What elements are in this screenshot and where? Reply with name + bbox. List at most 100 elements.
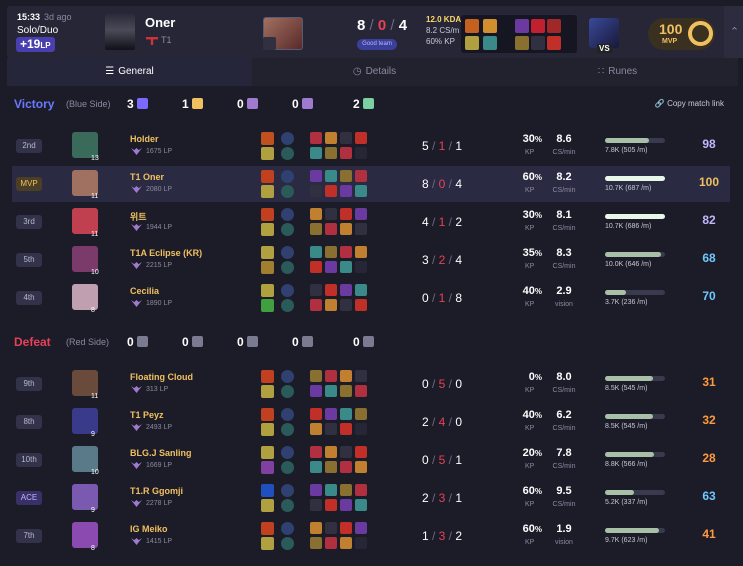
item-icon[interactable] — [355, 284, 367, 296]
player-row[interactable]: 4th 8 Cecilia 1890 LP 0 / 1 / 8 40% KP 2.9 visio… — [12, 280, 730, 316]
rune-icon[interactable] — [281, 461, 294, 474]
item-icon[interactable] — [340, 499, 352, 511]
rune-icon[interactable] — [281, 499, 294, 512]
item-icon[interactable] — [531, 19, 545, 33]
item-icon[interactable] — [310, 246, 322, 258]
item-icon[interactable] — [340, 261, 352, 273]
rune-icon[interactable] — [281, 408, 294, 421]
item-icon[interactable] — [310, 170, 322, 182]
item-icon[interactable] — [325, 132, 337, 144]
copy-match-link[interactable]: 🔗 Copy match link — [655, 99, 724, 108]
item-icon[interactable] — [325, 284, 337, 296]
item-icon[interactable] — [355, 147, 367, 159]
item-icon[interactable] — [340, 284, 352, 296]
item-icon[interactable] — [355, 446, 367, 458]
player-name[interactable]: Floating Cloud — [130, 372, 193, 382]
item-icon[interactable] — [325, 385, 337, 397]
item-icon[interactable] — [340, 522, 352, 534]
item-icon[interactable] — [325, 299, 337, 311]
item-icon[interactable] — [340, 537, 352, 549]
item-icon[interactable] — [340, 484, 352, 496]
rune-icon[interactable] — [281, 370, 294, 383]
summoner-spell-icon[interactable] — [261, 299, 274, 312]
rune-icon[interactable] — [281, 223, 294, 236]
item-icon[interactable] — [325, 408, 337, 420]
item-icon[interactable] — [355, 185, 367, 197]
summoner-spell-icon[interactable] — [261, 370, 274, 383]
rune-icon[interactable] — [281, 208, 294, 221]
rune-icon[interactable] — [281, 185, 294, 198]
item-icon[interactable] — [340, 170, 352, 182]
rune-icon[interactable] — [281, 537, 294, 550]
item-icon[interactable] — [340, 385, 352, 397]
item-icon[interactable] — [325, 185, 337, 197]
item-icon[interactable] — [310, 284, 322, 296]
summoner-spell-icon[interactable] — [261, 223, 274, 236]
player-name[interactable]: IG Meiko — [130, 524, 168, 534]
item-icon[interactable] — [547, 36, 561, 50]
player-row[interactable]: 10th 10 BLG.J Sanling 1669 LP 0 / 5 / 1 20% KP… — [12, 442, 730, 478]
item-icon[interactable] — [325, 461, 337, 473]
item-icon[interactable] — [340, 208, 352, 220]
item-icon[interactable] — [325, 370, 337, 382]
rune-icon[interactable] — [281, 132, 294, 145]
item-icon[interactable] — [355, 484, 367, 496]
item-icon[interactable] — [483, 36, 497, 50]
summoner-spell-icon[interactable] — [261, 208, 274, 221]
item-icon[interactable] — [465, 36, 479, 50]
item-icon[interactable] — [310, 208, 322, 220]
summoner-spell-icon[interactable] — [261, 408, 274, 421]
player-row[interactable]: ACE 9 T1.R Ggomji 2278 LP 2 / 3 / 1 60% KP 9.5 C… — [12, 480, 730, 516]
item-icon[interactable] — [340, 147, 352, 159]
item-icon[interactable] — [325, 499, 337, 511]
item-icon[interactable] — [340, 408, 352, 420]
rune-icon[interactable] — [281, 170, 294, 183]
summoner-spell-icon[interactable] — [261, 537, 274, 550]
match-header[interactable]: 15:33 3d ago Solo/Duo +19LP Oner T1 8 / … — [7, 6, 743, 58]
collapse-chevron-icon[interactable]: ⌃ — [724, 6, 743, 58]
rune-icon[interactable] — [281, 385, 294, 398]
rune-icon[interactable] — [281, 484, 294, 497]
item-icon[interactable] — [310, 484, 322, 496]
item-icon[interactable] — [355, 408, 367, 420]
player-row[interactable]: 9th 11 Floating Cloud 313 LP 0 / 5 / 0 0% KP 8.… — [12, 366, 730, 402]
item-icon[interactable] — [340, 370, 352, 382]
tab-details[interactable]: ◷ Details — [252, 58, 497, 86]
item-icon[interactable] — [355, 246, 367, 258]
summoner-spell-icon[interactable] — [261, 446, 274, 459]
summoner-spell-icon[interactable] — [261, 170, 274, 183]
item-icon[interactable] — [515, 19, 529, 33]
item-icon[interactable] — [340, 446, 352, 458]
item-icon[interactable] — [355, 170, 367, 182]
item-icon[interactable] — [310, 223, 322, 235]
item-icon[interactable] — [355, 423, 367, 435]
summoner-spell-icon[interactable] — [261, 147, 274, 160]
item-icon[interactable] — [310, 370, 322, 382]
player-row[interactable]: MVP 11 T1 Oner 2080 LP 8 / 0 / 4 60% KP 8.2 CS/m… — [12, 166, 730, 202]
item-icon[interactable] — [310, 132, 322, 144]
tab-general[interactable]: ☰ General — [7, 58, 252, 86]
item-icon[interactable] — [340, 132, 352, 144]
player-name[interactable]: T1 Peyz — [130, 410, 164, 420]
summoner-spell-icon[interactable] — [261, 246, 274, 259]
player-row[interactable]: 2nd 13 Holder 1675 LP 5 / 1 / 1 30% KP 8.6 CS/mi… — [12, 128, 730, 164]
item-icon[interactable] — [325, 170, 337, 182]
item-icon[interactable] — [340, 223, 352, 235]
player-name[interactable]: 위트 — [130, 210, 147, 223]
player-row[interactable]: 8th 9 T1 Peyz 2493 LP 2 / 4 / 0 40% KP 6.2 CS/mi… — [12, 404, 730, 440]
player-name[interactable]: T1.R Ggomji — [130, 486, 183, 496]
item-icon[interactable] — [355, 370, 367, 382]
item-icon[interactable] — [340, 461, 352, 473]
item-icon[interactable] — [355, 522, 367, 534]
summoner-spell-icon[interactable] — [261, 132, 274, 145]
item-icon[interactable] — [310, 147, 322, 159]
item-icon[interactable] — [325, 246, 337, 258]
item-icon[interactable] — [310, 461, 322, 473]
player-name[interactable]: Holder — [130, 134, 159, 144]
item-icon[interactable] — [355, 208, 367, 220]
item-icon[interactable] — [355, 132, 367, 144]
item-icon[interactable] — [325, 423, 337, 435]
item-icon[interactable] — [310, 522, 322, 534]
player-name[interactable]: BLG.J Sanling — [130, 448, 192, 458]
summoner-spell-icon[interactable] — [261, 484, 274, 497]
